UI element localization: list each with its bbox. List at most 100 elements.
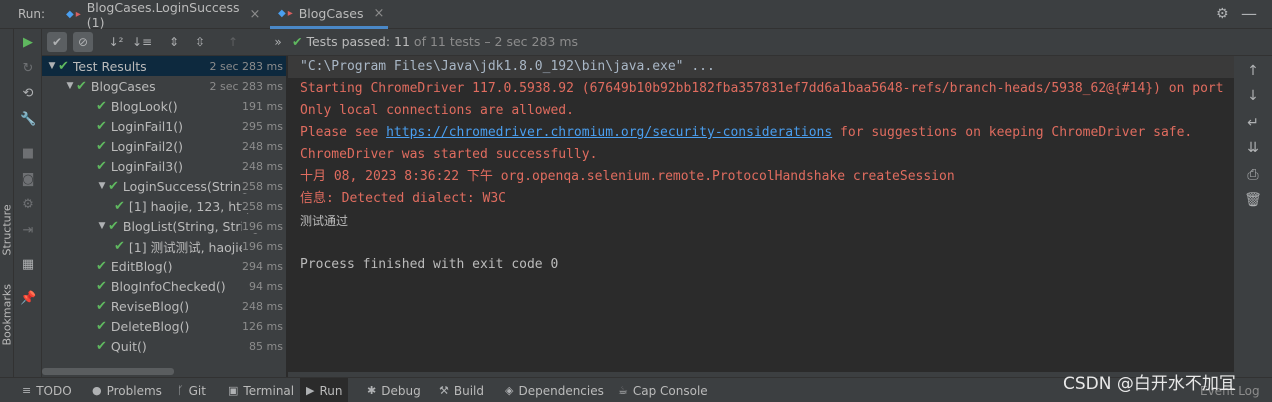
tab-label: BlogCases.LoginSuccess (1) <box>86 0 240 30</box>
tree-row[interactable]: ✔ LoginFail3() 248 ms <box>42 156 286 176</box>
test-results-toolbar: ✔ ⊘ ↓² ↓≡ ⇕ ⇳ ↑ » ✔ Tests passed: 11 of 1… <box>42 29 1272 56</box>
toggle-auto-test-icon[interactable]: ⟲ <box>20 86 36 102</box>
console-line: ChromeDriver was started successfully. <box>300 147 598 162</box>
trash-icon[interactable]: 🗑 <box>1243 191 1263 209</box>
previous-failed-icon[interactable]: ↑ <box>223 32 243 52</box>
passed-check-icon: ✔ <box>96 318 107 334</box>
close-icon[interactable]: × <box>249 7 260 22</box>
tab-label: Debug <box>381 383 421 398</box>
soft-wrap-icon[interactable]: ↵ <box>1243 114 1263 132</box>
tree-row[interactable]: ▼ ✔ LoginSuccess(String, S 258 ms <box>42 176 286 196</box>
test-duration: 248 ms <box>242 159 283 173</box>
console-line: 测试通过 <box>300 214 349 228</box>
show-ignored-icon[interactable]: ⊘ <box>73 32 93 52</box>
sort-by-duration-icon[interactable]: ↓≡ <box>132 32 152 52</box>
side-tab-strip: Structure Bookmarks <box>0 29 14 377</box>
todo-tab[interactable]: ≡ TODO <box>22 378 72 402</box>
test-name: BlogCases <box>90 78 156 94</box>
hammer-icon: ⚒ <box>439 384 449 397</box>
test-name: BlogInfoChecked() <box>110 278 226 294</box>
tree-row[interactable]: ✔ LoginFail1() 295 ms <box>42 116 286 136</box>
debug-tab[interactable]: ✱ Debug <box>367 378 421 402</box>
expand-arrow-icon[interactable]: ▼ <box>96 221 108 231</box>
print-icon[interactable]: ⎙ <box>1243 166 1263 184</box>
tree-horizontal-scrollbar[interactable] <box>42 368 174 375</box>
close-icon[interactable]: × <box>373 6 384 21</box>
passed-check-icon: ✔ <box>108 218 119 234</box>
tab-label: Git <box>188 383 206 398</box>
tab-blogcases[interactable]: ◆ ▸ BlogCases × <box>270 0 388 29</box>
test-duration: 2 sec 283 ms <box>209 59 283 73</box>
test-duration: 196 ms <box>242 219 283 233</box>
tab-blogcases-loginsuccess[interactable]: ◆ ▸ BlogCases.LoginSuccess (1) × <box>58 0 268 30</box>
scroll-up-icon[interactable]: ↑ <box>1243 62 1263 80</box>
tree-row[interactable]: ✔ BlogLook() 191 ms <box>42 96 286 116</box>
test-duration: 196 ms <box>242 239 283 253</box>
tree-row[interactable]: ▼ ✔ Test Results 2 sec 283 ms <box>42 56 286 76</box>
collapse-all-icon[interactable]: ⇳ <box>190 32 210 52</box>
rerun-icon[interactable]: ▶ <box>20 35 36 51</box>
terminal-tab[interactable]: ▣ Terminal <box>228 378 294 402</box>
layout-icon[interactable]: ▦ <box>20 257 36 273</box>
tree-row[interactable]: ✔ Quit() 85 ms <box>42 336 286 356</box>
run-tab[interactable]: ▶ Run <box>300 378 349 402</box>
expand-arrow-icon[interactable]: ▼ <box>46 61 58 71</box>
security-considerations-link[interactable]: https://chromedriver.chromium.org/securi… <box>386 125 832 140</box>
passed-check-icon: ✔ <box>108 178 119 194</box>
tree-row[interactable]: ✔ BlogInfoChecked() 94 ms <box>42 276 286 296</box>
dump-threads-icon[interactable]: ⚙ <box>20 197 36 213</box>
gear-icon[interactable]: ⚙ <box>1216 6 1229 22</box>
sort-alphabetically-icon[interactable]: ↓² <box>106 32 126 52</box>
show-passed-icon[interactable]: ✔ <box>47 32 67 52</box>
test-duration: 258 ms <box>242 199 283 213</box>
structure-side-tab[interactable]: Structure <box>1 204 14 255</box>
console-line: Please see https://chromedriver.chromium… <box>300 122 1192 144</box>
console-line: Starting ChromeDriver 117.0.5938.92 (676… <box>300 81 1224 96</box>
cap-console-tab[interactable]: ☕ Cap Console <box>618 378 708 402</box>
run-config-icon-red: ▸ <box>287 7 293 19</box>
expand-arrow-icon[interactable]: ▼ <box>64 81 76 91</box>
test-duration: 94 ms <box>249 279 283 293</box>
tab-label: Problems <box>106 383 162 398</box>
tab-label: Dependencies <box>518 383 604 398</box>
scroll-down-icon[interactable]: ↓ <box>1243 87 1263 105</box>
minimize-icon[interactable]: — <box>1241 4 1257 23</box>
problems-tab[interactable]: ● Problems <box>92 378 162 402</box>
rerun-failed-icon[interactable]: ↻ <box>20 61 36 77</box>
run-tool-window-header: Run: ◆ ▸ BlogCases.LoginSuccess (1) × ◆ ▸ … <box>0 0 1272 30</box>
test-name: Test Results <box>72 58 147 74</box>
tree-row[interactable]: ✔ EditBlog() 294 ms <box>42 256 286 276</box>
tree-row[interactable]: ✔ DeleteBlog() 126 ms <box>42 316 286 336</box>
tree-row[interactable]: ▼ ✔ BlogCases 2 sec 283 ms <box>42 76 286 96</box>
git-tab[interactable]: ᚴ Git <box>177 378 206 402</box>
pin-icon[interactable]: 📌 <box>20 291 36 307</box>
wrench-icon[interactable]: 🔧 <box>20 112 36 128</box>
tree-row[interactable]: ✔ [1] haojie, 123, http 258 ms <box>42 196 286 216</box>
stop-icon[interactable]: ■ <box>20 146 36 162</box>
tree-row[interactable]: ✔ LoginFail2() 248 ms <box>42 136 286 156</box>
tab-label: BlogCases <box>298 5 364 21</box>
bookmarks-side-tab[interactable]: Bookmarks <box>1 284 14 345</box>
run-label: Run: <box>18 7 46 21</box>
test-results-tree[interactable]: ▼ ✔ Test Results 2 sec 283 ms ▼ ✔ BlogCases 2 s… <box>42 56 287 377</box>
test-name: DeleteBlog() <box>110 318 190 334</box>
status-detail: of 11 tests – 2 sec 283 ms <box>413 34 579 49</box>
expand-arrow-icon[interactable]: ▼ <box>96 181 108 191</box>
test-duration: 248 ms <box>242 139 283 153</box>
passed-check-icon: ✔ <box>96 158 107 174</box>
expand-all-icon[interactable]: ⇕ <box>164 32 184 52</box>
tree-row[interactable]: ✔ ReviseBlog() 248 ms <box>42 296 286 316</box>
scroll-to-end-icon[interactable]: ⇊ <box>1243 139 1263 157</box>
more-actions-icon[interactable]: » <box>268 32 288 52</box>
passed-check-icon: ✔ <box>58 58 69 74</box>
tree-row[interactable]: ▼ ✔ BlogList(String, String 196 ms <box>42 216 286 236</box>
dependencies-tab[interactable]: ◈ Dependencies <box>505 378 604 402</box>
camera-icon[interactable]: ◙ <box>20 172 36 188</box>
tree-row[interactable]: ✔ [1] 测试测试, haojie 196 ms <box>42 236 286 256</box>
bug-icon: ✱ <box>367 384 377 397</box>
console-actions-toolbar: ↑ ↓ ↵ ⇊ ⎙ 🗑 <box>1234 56 1272 377</box>
console-output[interactable]: "C:\Program Files\Java\jdk1.8.0_192\bin\… <box>288 56 1234 377</box>
passed-check-icon: ✔ <box>114 198 125 214</box>
exit-icon[interactable]: ⇥ <box>20 223 36 239</box>
build-tab[interactable]: ⚒ Build <box>439 378 484 402</box>
